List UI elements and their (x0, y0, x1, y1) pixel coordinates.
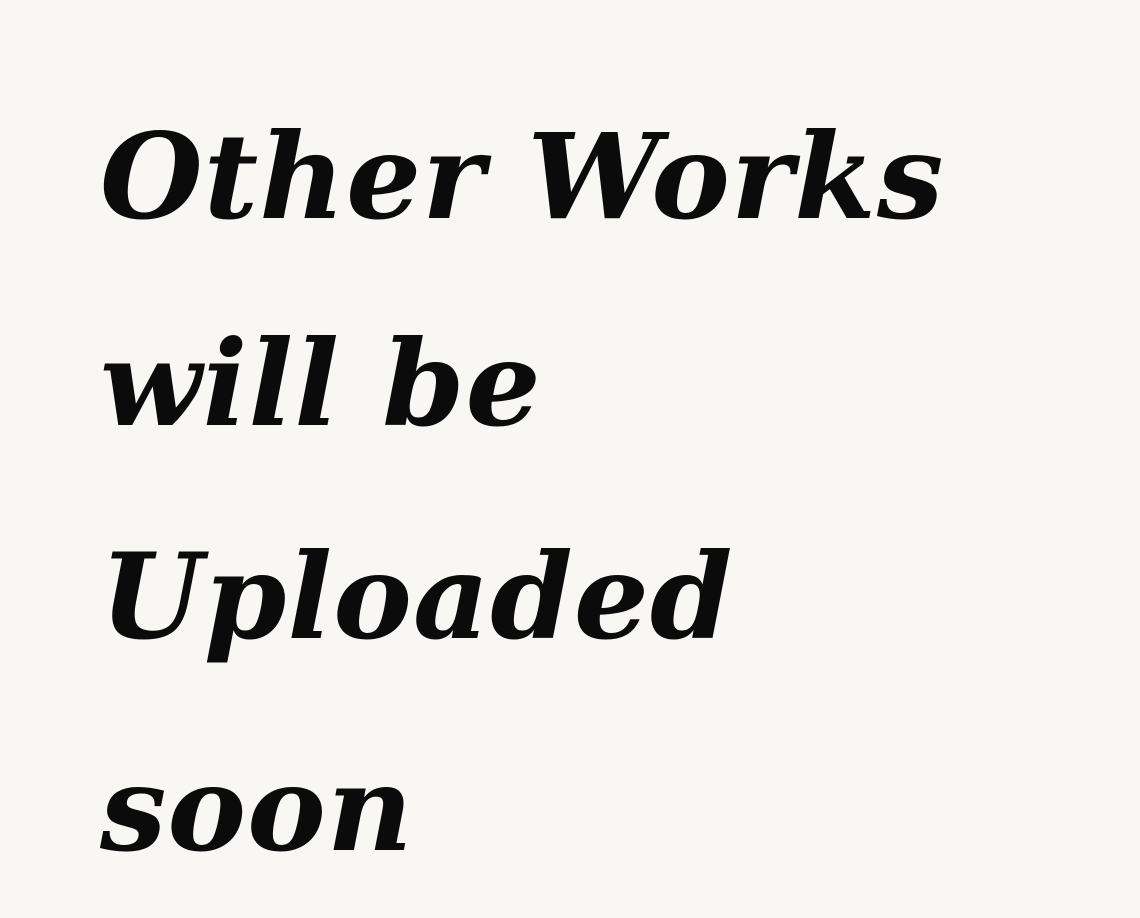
handwritten-note: Other Works will be Uploaded soon (0, 0, 1140, 918)
note-line-3: Uploaded (100, 527, 734, 666)
note-line-2: will be (100, 314, 542, 453)
note-line-1: Other Works (100, 107, 945, 246)
note-line-4: soon (100, 739, 414, 878)
